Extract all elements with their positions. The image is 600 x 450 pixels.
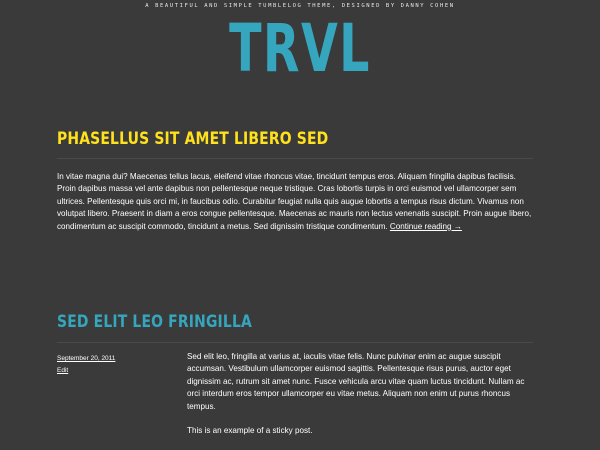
- post-paragraph: This is an example of a sticky post.: [187, 426, 313, 436]
- post-excerpt: In vitae magna dui? Maecenas tellus lacu…: [57, 171, 537, 233]
- post-title-link[interactable]: Phasellus sit amet libero sed: [57, 129, 328, 149]
- post-divider: [57, 342, 533, 343]
- post-content: Sed elit leo, fringilla at varius at, ia…: [187, 351, 539, 437]
- edit-link[interactable]: Edit: [57, 365, 115, 377]
- site-tagline: A beautiful and simple tumblelog theme, …: [145, 3, 455, 9]
- continue-reading-link[interactable]: Continue reading →: [390, 222, 462, 231]
- post-meta: September 20, 2011 Edit: [57, 353, 115, 377]
- post-title-link[interactable]: Sed elit leo fringilla: [57, 312, 252, 332]
- post-paragraph: Sed elit leo, fringilla at varius at, ia…: [187, 352, 525, 411]
- site-title-link[interactable]: TRVL: [84, 13, 516, 85]
- post-date-link[interactable]: September 20, 2011: [57, 353, 115, 365]
- page: A beautiful and simple tumblelog theme, …: [0, 0, 600, 450]
- post-divider: [57, 158, 533, 159]
